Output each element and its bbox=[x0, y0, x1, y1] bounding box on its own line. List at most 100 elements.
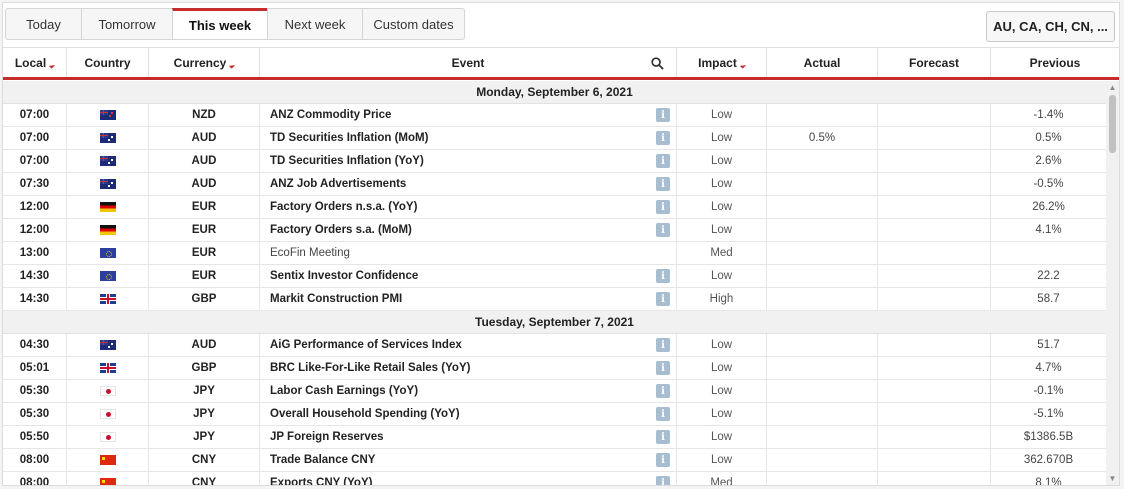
flag-au-icon bbox=[99, 179, 116, 189]
event-cell[interactable]: ANZ Job Advertisements i bbox=[260, 173, 677, 195]
table-row[interactable]: 07:00 NZD ANZ Commodity Price i Low -1.4… bbox=[3, 104, 1106, 127]
event-cell[interactable]: Trade Balance CNY i bbox=[260, 449, 677, 471]
info-icon[interactable]: i bbox=[656, 453, 670, 467]
table-row[interactable]: 14:30 GBP Markit Construction PMI i High… bbox=[3, 288, 1106, 311]
event-cell[interactable]: EcoFin Meeting bbox=[260, 242, 677, 264]
search-icon[interactable] bbox=[651, 57, 664, 70]
flag-gb-icon bbox=[99, 294, 116, 304]
event-name[interactable]: AiG Performance of Services Index bbox=[270, 339, 462, 351]
table-row[interactable]: 07:00 AUD TD Securities Inflation (MoM) … bbox=[3, 127, 1106, 150]
forecast-cell bbox=[878, 104, 991, 126]
event-name[interactable]: ANZ Job Advertisements bbox=[270, 178, 406, 190]
time-cell: 07:00 bbox=[3, 104, 67, 126]
info-icon[interactable]: i bbox=[656, 154, 670, 168]
event-cell[interactable]: TD Securities Inflation (YoY) i bbox=[260, 150, 677, 172]
tab-tomorrow[interactable]: Tomorrow bbox=[81, 8, 173, 40]
event-name[interactable]: Factory Orders s.a. (MoM) bbox=[270, 224, 412, 236]
column-local[interactable]: Local bbox=[3, 48, 67, 77]
flag-au-icon bbox=[99, 156, 116, 166]
country-cell bbox=[67, 380, 149, 402]
vertical-scrollbar[interactable]: ▲ ▼ bbox=[1106, 81, 1119, 485]
event-name[interactable]: ANZ Commodity Price bbox=[270, 109, 391, 121]
country-filter-value: AU, CA, CH, CN, ... bbox=[993, 19, 1108, 34]
flag-de-icon bbox=[99, 202, 116, 212]
event-cell[interactable]: Exports CNY (YoY) i bbox=[260, 472, 677, 485]
table-row[interactable]: 13:00 EUR EcoFin Meeting Med bbox=[3, 242, 1106, 265]
event-cell[interactable]: Sentix Investor Confidence i bbox=[260, 265, 677, 287]
table-row[interactable]: 05:01 GBP BRC Like-For-Like Retail Sales… bbox=[3, 357, 1106, 380]
table-row[interactable]: 05:30 JPY Overall Household Spending (Yo… bbox=[3, 403, 1106, 426]
table-row[interactable]: 12:00 EUR Factory Orders n.s.a. (YoY) i … bbox=[3, 196, 1106, 219]
info-icon[interactable]: i bbox=[656, 131, 670, 145]
info-icon[interactable]: i bbox=[656, 292, 670, 306]
event-name[interactable]: Factory Orders n.s.a. (YoY) bbox=[270, 201, 417, 213]
scrollbar-thumb[interactable] bbox=[1109, 95, 1116, 153]
event-name[interactable]: Trade Balance CNY bbox=[270, 454, 375, 466]
column-impact[interactable]: Impact bbox=[677, 48, 767, 77]
event-cell[interactable]: JP Foreign Reserves i bbox=[260, 426, 677, 448]
info-icon[interactable]: i bbox=[656, 430, 670, 444]
table-row[interactable]: 05:50 JPY JP Foreign Reserves i Low $138… bbox=[3, 426, 1106, 449]
event-name[interactable]: BRC Like-For-Like Retail Sales (YoY) bbox=[270, 362, 470, 374]
event-cell[interactable]: Factory Orders n.s.a. (YoY) i bbox=[260, 196, 677, 218]
info-icon[interactable]: i bbox=[656, 407, 670, 421]
tab-label: Today bbox=[26, 16, 61, 32]
event-cell[interactable]: Overall Household Spending (YoY) i bbox=[260, 403, 677, 425]
table-row[interactable]: 05:30 JPY Labor Cash Earnings (YoY) i Lo… bbox=[3, 380, 1106, 403]
scroll-up-icon[interactable]: ▲ bbox=[1106, 81, 1119, 94]
country-filter-select[interactable]: AU, CA, CH, CN, ... bbox=[986, 11, 1115, 42]
event-name[interactable]: EcoFin Meeting bbox=[270, 247, 350, 259]
table-row[interactable]: 14:30 EUR Sentix Investor Confidence i L… bbox=[3, 265, 1106, 288]
tab-custom-dates[interactable]: Custom dates bbox=[362, 8, 465, 40]
event-name[interactable]: Exports CNY (YoY) bbox=[270, 477, 372, 485]
event-name[interactable]: TD Securities Inflation (MoM) bbox=[270, 132, 428, 144]
event-cell[interactable]: Markit Construction PMI i bbox=[260, 288, 677, 310]
event-name[interactable]: Sentix Investor Confidence bbox=[270, 270, 418, 282]
info-icon[interactable]: i bbox=[656, 269, 670, 283]
info-icon[interactable]: i bbox=[656, 361, 670, 375]
info-icon[interactable]: i bbox=[656, 108, 670, 122]
event-cell[interactable]: ANZ Commodity Price i bbox=[260, 104, 677, 126]
info-icon[interactable]: i bbox=[656, 476, 670, 485]
previous-cell: 51.7 bbox=[1037, 339, 1060, 351]
table-row[interactable]: 08:00 CNY Trade Balance CNY i Low 362.67… bbox=[3, 449, 1106, 472]
column-currency[interactable]: Currency bbox=[149, 48, 260, 77]
info-icon[interactable]: i bbox=[656, 384, 670, 398]
impact-cell: High bbox=[677, 288, 767, 310]
time-cell: 12:00 bbox=[3, 196, 67, 218]
table-row[interactable]: 12:00 EUR Factory Orders s.a. (MoM) i Lo… bbox=[3, 219, 1106, 242]
scroll-down-icon[interactable]: ▼ bbox=[1106, 472, 1119, 485]
info-icon[interactable]: i bbox=[656, 200, 670, 214]
info-icon[interactable]: i bbox=[656, 338, 670, 352]
currency-cell: NZD bbox=[149, 104, 260, 126]
previous-cell: 58.7 bbox=[1037, 293, 1060, 305]
info-icon[interactable]: i bbox=[656, 223, 670, 237]
events-table-body: Monday, September 6, 2021 07:00 NZD ANZ … bbox=[3, 81, 1106, 485]
previous-cell: 362.670B bbox=[1023, 454, 1074, 466]
forecast-cell bbox=[878, 127, 991, 149]
event-cell[interactable]: Factory Orders s.a. (MoM) i bbox=[260, 219, 677, 241]
event-cell[interactable]: TD Securities Inflation (MoM) i bbox=[260, 127, 677, 149]
previous-cell bbox=[991, 242, 1106, 264]
table-row[interactable]: 08:00 CNY Exports CNY (YoY) i Med 8.1% bbox=[3, 472, 1106, 485]
tab-today[interactable]: Today bbox=[5, 8, 82, 40]
impact-cell: Low bbox=[677, 357, 767, 379]
event-name[interactable]: JP Foreign Reserves bbox=[270, 431, 384, 443]
impact-cell: Low bbox=[677, 380, 767, 402]
event-name[interactable]: Overall Household Spending (YoY) bbox=[270, 408, 460, 420]
table-row[interactable]: 04:30 AUD AiG Performance of Services In… bbox=[3, 334, 1106, 357]
info-icon[interactable]: i bbox=[656, 177, 670, 191]
actual-cell bbox=[767, 173, 878, 195]
flag-gb-icon bbox=[99, 363, 116, 373]
event-name[interactable]: Labor Cash Earnings (YoY) bbox=[270, 385, 418, 397]
event-name[interactable]: TD Securities Inflation (YoY) bbox=[270, 155, 424, 167]
table-row[interactable]: 07:00 AUD TD Securities Inflation (YoY) … bbox=[3, 150, 1106, 173]
tab-next-week[interactable]: Next week bbox=[267, 8, 363, 40]
actual-cell bbox=[767, 288, 878, 310]
event-cell[interactable]: Labor Cash Earnings (YoY) i bbox=[260, 380, 677, 402]
event-name[interactable]: Markit Construction PMI bbox=[270, 293, 402, 305]
event-cell[interactable]: BRC Like-For-Like Retail Sales (YoY) i bbox=[260, 357, 677, 379]
tab-this-week[interactable]: This week bbox=[172, 8, 268, 40]
event-cell[interactable]: AiG Performance of Services Index i bbox=[260, 334, 677, 356]
table-row[interactable]: 07:30 AUD ANZ Job Advertisements i Low -… bbox=[3, 173, 1106, 196]
